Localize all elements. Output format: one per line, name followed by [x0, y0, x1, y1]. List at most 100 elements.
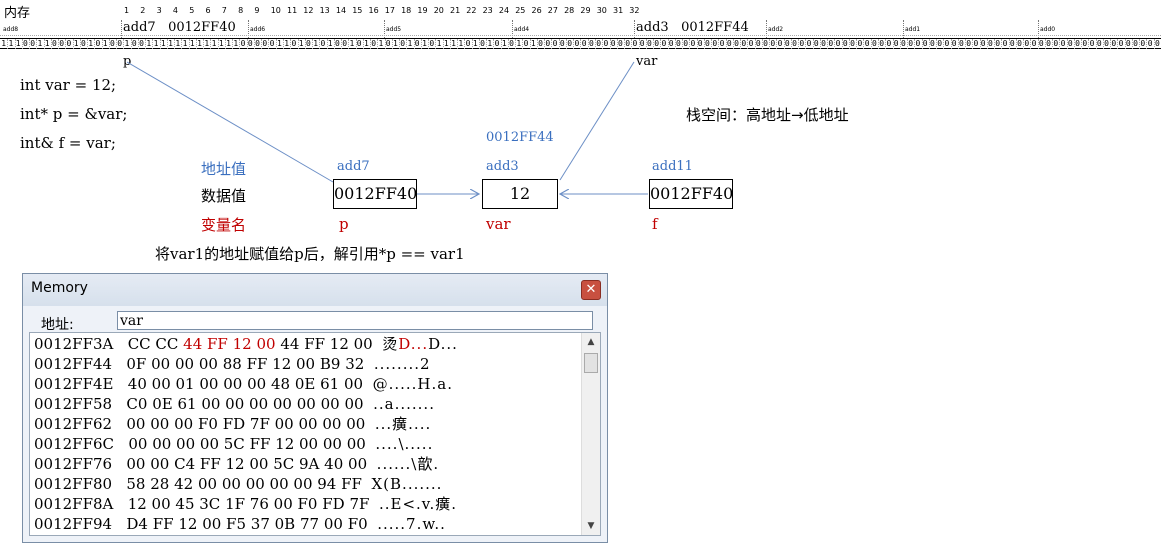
memory-byte: F5 — [226, 515, 251, 533]
memory-byte: 00 — [269, 475, 294, 493]
memory-byte: 00 — [223, 375, 248, 393]
memory-byte: F0 — [347, 515, 368, 533]
memory-byte: FD — [222, 415, 250, 433]
memory-byte: 00 — [249, 455, 274, 473]
memory-scrollbar[interactable]: ▲ ▼ — [581, 333, 600, 535]
memory-byte: 00 — [247, 375, 271, 393]
cell-var-addr: add3 — [486, 159, 519, 174]
memory-byte: 58 — [126, 475, 151, 493]
memory-byte: 0E — [152, 395, 178, 413]
memory-byte: 01 — [175, 375, 200, 393]
scroll-thumb[interactable] — [584, 353, 598, 373]
memory-byte: 94 — [317, 475, 342, 493]
memory-row: 0012FF94 D4 FF 12 00 F5 37 0B 77 00 F0 .… — [34, 514, 446, 534]
cell-f-addr: add11 — [652, 159, 693, 174]
memory-byte: 00 — [274, 415, 299, 433]
memory-byte: 00 — [151, 375, 176, 393]
memory-ascii: ..a....... — [373, 395, 435, 413]
memory-byte: 00 — [272, 395, 297, 413]
memory-window-title: Memory — [31, 280, 88, 296]
memory-byte: 0B — [274, 515, 300, 533]
memory-row: 0012FF80 58 28 42 00 00 00 00 00 94 FF X… — [34, 474, 442, 494]
memory-byte: 12 — [178, 515, 203, 533]
memory-byte: 00 — [174, 415, 198, 433]
memory-byte: 00 — [346, 415, 366, 433]
close-icon[interactable]: ✕ — [581, 280, 601, 300]
memory-byte: 48 — [270, 375, 295, 393]
cell-p-name: p — [339, 215, 349, 233]
memory-ascii: ...癀.... — [374, 415, 432, 433]
memory-byte: 00 — [273, 495, 298, 513]
memory-window-titlebar[interactable]: Memory ✕ — [23, 274, 607, 306]
cell-f-value: 0012FF40 — [649, 179, 733, 209]
memory-byte: 00 — [322, 435, 347, 453]
memory-ascii: ....\..... — [375, 435, 434, 453]
memory-byte: FF — [152, 515, 179, 533]
diagram-arrows — [126, 61, 648, 270]
memory-byte: 12 — [275, 435, 300, 453]
memory-byte: 40 — [324, 455, 349, 473]
memory-byte: 00 — [346, 435, 366, 453]
diagram-caption: 将var1的地址赋值给p后，解引用*p == var1 — [155, 245, 465, 263]
cell-var-value: 12 — [482, 179, 558, 209]
memory-byte: 00 — [199, 435, 224, 453]
link-var — [559, 61, 635, 181]
memory-byte: 12 — [272, 355, 297, 373]
memory-byte: CC — [127, 335, 156, 353]
memory-row-address: 0012FF8A — [34, 495, 114, 513]
memory-byte: FF — [304, 335, 330, 353]
memory-byte: F0 — [197, 415, 223, 433]
memory-byte: 88 — [222, 355, 247, 373]
memory-byte: FF — [249, 435, 276, 453]
memory-ascii: @.....H.a. — [372, 375, 453, 393]
address-input[interactable]: var — [117, 311, 593, 330]
memory-byte: 00 — [343, 375, 364, 393]
memory-byte: 00 — [176, 435, 200, 453]
memory-byte: 77 — [299, 515, 324, 533]
row-label-name: 变量名 — [201, 216, 247, 234]
top-address: 0012FF44 — [486, 130, 554, 145]
memory-byte: 40 — [127, 375, 152, 393]
memory-byte: 00 — [298, 415, 323, 433]
memory-byte: FD — [322, 495, 350, 513]
memory-dump: ▲ ▼ 0012FF3A CC CC 44 FF 12 00 44 FF 12 … — [29, 332, 601, 536]
cell-p-addr: add7 — [337, 159, 370, 174]
memory-byte: 00 — [126, 415, 151, 433]
memory-byte: 00 — [348, 455, 368, 473]
memory-row-address: 0012FF76 — [34, 455, 113, 473]
memory-byte: 00 — [296, 395, 321, 413]
memory-byte: 12 — [127, 495, 152, 513]
memory-byte: 00 — [296, 355, 320, 373]
memory-byte: 00 — [293, 475, 318, 493]
memory-byte: 42 — [174, 475, 198, 493]
memory-byte: 7F — [249, 415, 275, 433]
memory-row: 0012FF58 C0 0E 61 00 00 00 00 00 00 00 .… — [34, 394, 435, 414]
memory-byte: 00 — [344, 395, 364, 413]
memory-byte: 00 — [174, 355, 199, 373]
memory-byte: 00 — [199, 375, 224, 393]
memory-row-address: 0012FF94 — [34, 515, 113, 533]
memory-byte: 37 — [250, 515, 275, 533]
scroll-down-icon[interactable]: ▼ — [582, 517, 600, 535]
memory-byte: 9A — [299, 455, 325, 473]
memory-byte: 00 — [126, 455, 151, 473]
memory-byte: FF — [199, 455, 226, 473]
memory-byte: B9 — [319, 355, 346, 373]
memory-byte: FF — [341, 475, 362, 493]
memory-byte: FF — [246, 355, 273, 373]
address-label: 地址: — [41, 317, 74, 333]
memory-row-address: 0012FF44 — [34, 355, 113, 373]
memory-byte: 00 — [353, 335, 373, 353]
memory-byte: 44 — [183, 335, 208, 353]
memory-row: 0012FF4E 40 00 01 00 00 00 48 0E 61 00 @… — [34, 374, 453, 394]
memory-byte: 00 — [201, 395, 226, 413]
row-label-data: 数据值 — [201, 187, 247, 205]
memory-row-address: 0012FF62 — [34, 415, 113, 433]
cell-f-name: f — [652, 215, 658, 233]
memory-byte: 61 — [177, 395, 202, 413]
memory-byte: 44 — [280, 335, 305, 353]
scroll-up-icon[interactable]: ▲ — [582, 333, 600, 351]
memory-byte: 00 — [225, 395, 250, 413]
memory-byte: 61 — [320, 375, 344, 393]
memory-ascii: X(B....... — [371, 475, 443, 493]
